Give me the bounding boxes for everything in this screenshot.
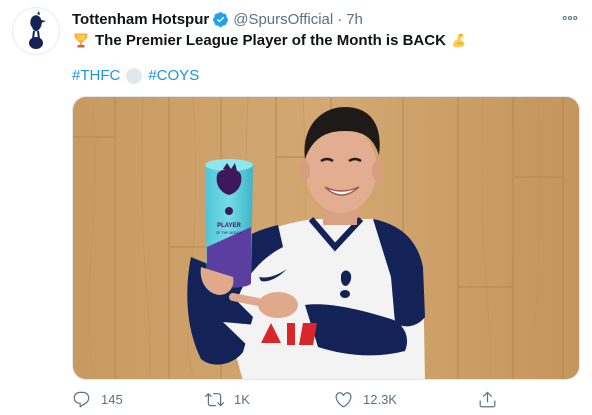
tweet-text-body: The Premier League Player of the Month i… [95,31,446,49]
more-horizontal-icon[interactable] [560,8,580,28]
heart-icon [334,390,353,409]
trophy: PLAYER OF THE MONTH [205,159,253,288]
retweet-count: 1K [234,391,250,407]
trophy-label: PLAYER [217,223,241,229]
display-name[interactable]: Tottenham Hotspur [72,11,209,28]
header-separator: · [337,10,343,28]
share-icon [478,390,497,409]
tweet[interactable]: Tottenham Hotspur @SpursOfficial · 7h Th… [0,0,592,415]
reply-icon [72,390,91,409]
player-trophy-photo: PLAYER OF THE MONTH [73,97,579,379]
trophy-sublabel: OF THE MONTH [216,231,243,235]
spurs-cockerel-logo-icon [29,11,46,49]
reply-button[interactable]: 145 [72,390,123,409]
trophy-emoji-icon [72,31,90,49]
share-button[interactable] [478,390,497,409]
hashtag-line: #THFC #COYS [72,67,199,84]
reply-count: 145 [101,391,123,407]
flexed-biceps-emoji-icon [450,31,468,49]
tweet-actions: 145 1K 12.3K [72,388,502,410]
like-button[interactable]: 12.3K [334,390,397,409]
hashtag-thfc[interactable]: #THFC [72,67,120,84]
tweet-text: The Premier League Player of the Month i… [72,31,468,49]
retweet-button[interactable]: 1K [205,390,250,409]
like-count: 12.3K [363,391,397,407]
avatar[interactable] [12,7,60,55]
verified-badge-icon [212,11,229,28]
tweet-media-image[interactable]: PLAYER OF THE MONTH [72,96,580,380]
retweet-icon [205,390,224,409]
user-handle[interactable]: @SpursOfficial [233,11,333,28]
tweet-timestamp[interactable]: 7h [346,11,363,28]
tweet-header: Tottenham Hotspur @SpursOfficial · 7h [72,9,582,29]
white-circle-emoji-icon [126,67,143,84]
hashtag-coys[interactable]: #COYS [148,67,199,84]
